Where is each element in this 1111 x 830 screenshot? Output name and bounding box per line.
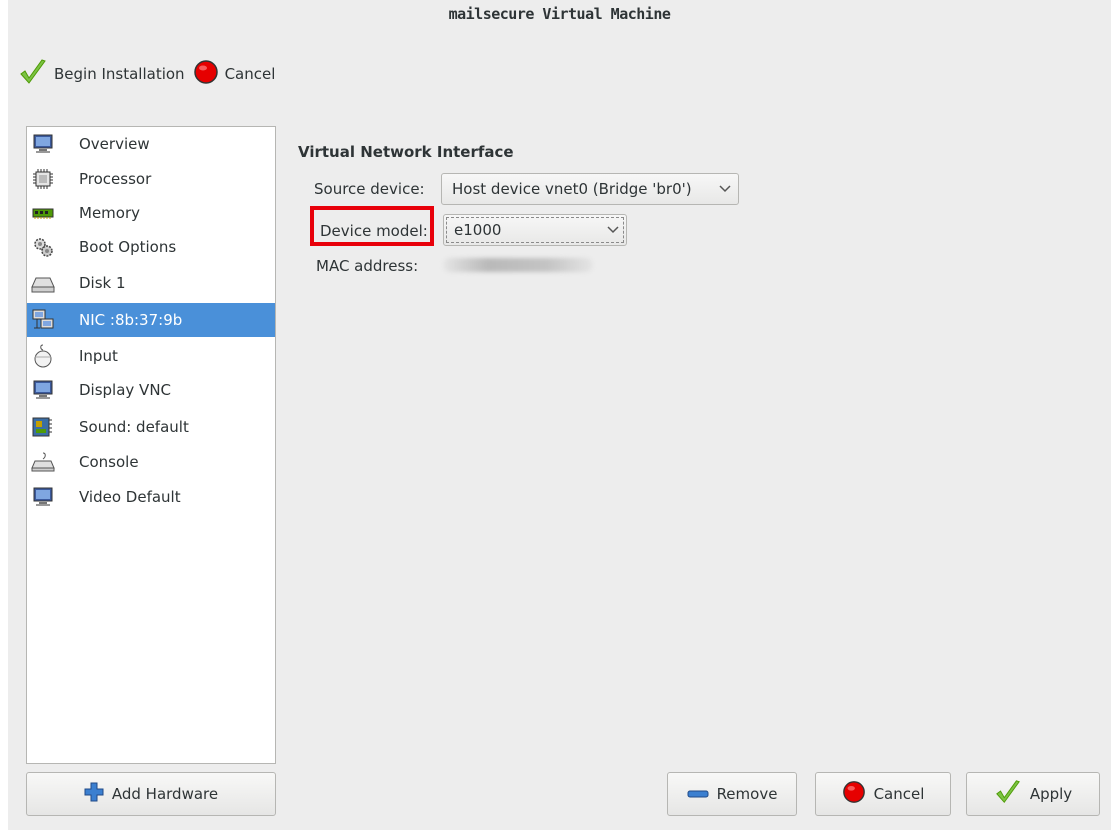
toolbar: Begin Installation Cancel [18,58,283,90]
sidebar-item-console[interactable]: Console [27,445,275,479]
sidebar-item-memory[interactable]: Memory [27,196,275,230]
sidebar-item-label: Disk 1 [79,274,126,292]
device-model-value: e1000 [454,221,502,239]
apply-label: Apply [1029,785,1073,803]
sidebar-item-boot-options[interactable]: Boot Options [27,230,275,264]
cancel-button[interactable]: Cancel [815,772,951,816]
toolbar-cancel-button[interactable]: Cancel [193,59,276,89]
sidebar-item-overview[interactable]: Overview [27,127,275,161]
window-title: mailsecure Virtual Machine [448,5,671,23]
sidebar-item-video[interactable]: Video Default [27,480,275,514]
checkmark-icon [18,57,48,91]
sidebar-item-label: Sound: default [79,418,189,436]
mac-address-label: MAC address: [316,257,419,275]
remove-button[interactable]: Remove [667,772,797,816]
sidebar-item-label: Video Default [79,488,181,506]
stop-icon [842,780,866,808]
monitor-icon [31,378,55,402]
console-icon [31,450,55,474]
disk-icon [31,271,55,295]
begin-installation-button[interactable]: Begin Installation [18,57,185,91]
sidebar-item-disk-1[interactable]: Disk 1 [27,266,275,300]
sidebar-item-label: Input [79,347,118,365]
source-device-select[interactable]: Host device vnet0 (Bridge 'br0') [441,173,739,205]
toolbar-cancel-label: Cancel [224,65,276,83]
begin-installation-label: Begin Installation [54,65,185,83]
cancel-label: Cancel [873,785,925,803]
sidebar-item-label: Processor [79,170,152,188]
sidebar-item-label: Boot Options [79,238,177,256]
remove-label: Remove [716,785,778,803]
sidebar-item-processor[interactable]: Processor [27,162,275,196]
add-hardware-button[interactable]: Add Hardware [26,772,276,816]
chevron-down-icon [600,226,626,234]
monitor-icon [31,132,55,156]
title-bar[interactable]: mailsecure Virtual Machine [8,0,1111,44]
add-hardware-label: Add Hardware [111,785,219,803]
device-model-highlight [310,206,434,246]
sidebar-item-label: Display VNC [79,381,172,399]
sound-card-icon [31,415,55,439]
hardware-list[interactable]: Overview Processor Memory Boot Options D… [26,126,276,764]
gears-icon [31,235,55,259]
sidebar-item-display-vnc[interactable]: Display VNC [27,373,275,407]
plus-icon [84,782,104,806]
minus-icon [687,785,709,803]
vm-details-window: mailsecure Virtual Machine Begin Install… [8,0,1111,830]
device-model-select[interactable]: e1000 [443,214,627,246]
mac-address-redacted [443,258,593,272]
sidebar-item-nic[interactable]: NIC :8b:37:9b [27,303,275,337]
chevron-down-icon [712,185,738,193]
mouse-icon [31,344,55,368]
monitor-icon [31,485,55,509]
stop-icon [193,59,219,89]
source-device-value: Host device vnet0 (Bridge 'br0') [452,180,692,198]
sidebar-item-input[interactable]: Input [27,339,275,373]
network-icon [31,308,55,332]
sidebar-item-label: Overview [79,135,150,153]
sidebar-item-label: Memory [79,204,141,222]
sidebar-item-label: NIC :8b:37:9b [79,311,183,329]
source-device-label: Source device: [314,180,425,198]
apply-button[interactable]: Apply [966,772,1100,816]
section-title: Virtual Network Interface [298,143,514,161]
memory-icon [31,201,55,225]
sidebar-item-label: Console [79,453,139,471]
cpu-icon [31,167,55,191]
sidebar-item-sound[interactable]: Sound: default [27,410,275,444]
checkmark-icon [994,778,1022,810]
